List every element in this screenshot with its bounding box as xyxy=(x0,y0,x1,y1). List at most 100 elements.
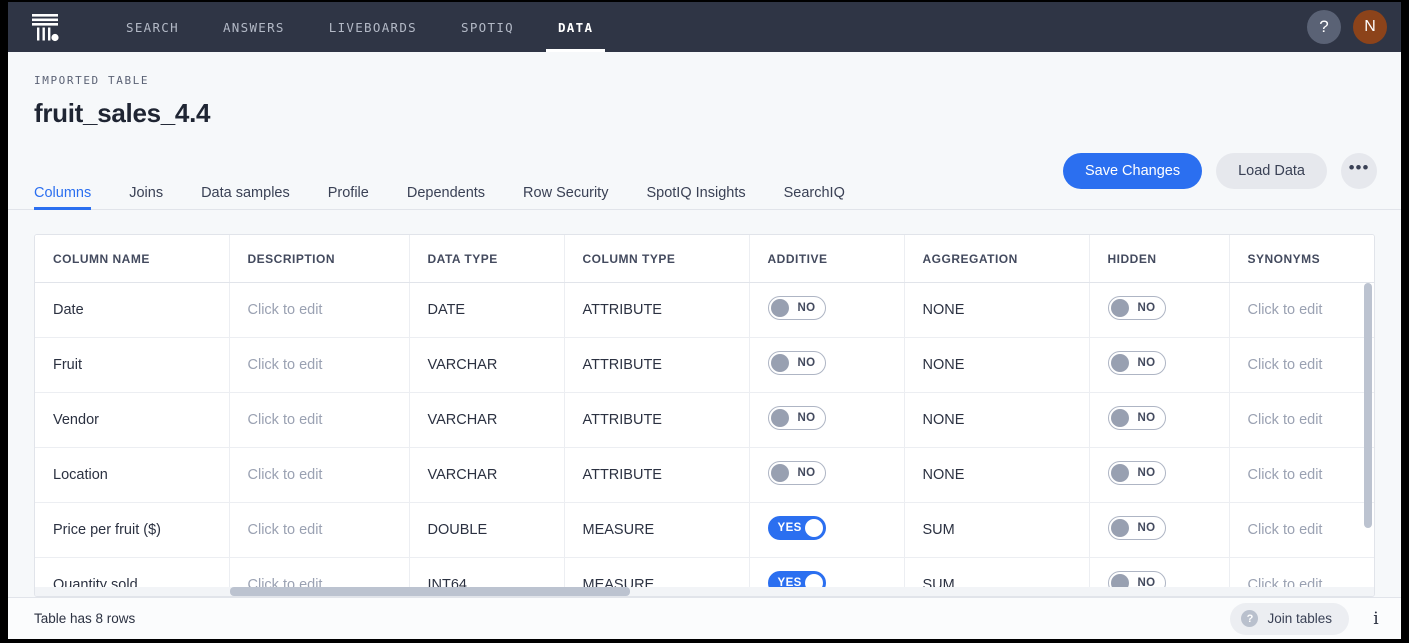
nav-label: SEARCH xyxy=(126,20,179,35)
nav-item-search[interactable]: SEARCH xyxy=(104,2,201,52)
page-title: fruit_sales_4.4 xyxy=(34,98,1375,129)
tab-data-samples[interactable]: Data samples xyxy=(201,186,290,210)
cell-column-type: ATTRIBUTE xyxy=(564,448,749,503)
help-icon[interactable]: ? xyxy=(1307,10,1341,44)
additive-toggle-label: NO xyxy=(797,467,815,479)
cell-synonyms[interactable]: Click to edit xyxy=(1229,448,1375,503)
tab-spotiq-insights[interactable]: SpotIQ Insights xyxy=(646,186,745,210)
additive-cell: NO xyxy=(749,393,904,448)
table-row: DateClick to editDATEATTRIBUTENONONENOCl… xyxy=(35,283,1375,338)
cell-aggregation: NONE xyxy=(904,283,1089,338)
additive-toggle[interactable]: YES xyxy=(768,516,826,540)
cell-column-type: MEASURE xyxy=(564,503,749,558)
thoughtspot-logo-icon[interactable] xyxy=(26,8,64,46)
cell-description[interactable]: Click to edit xyxy=(229,503,409,558)
cell-data-type: DATE xyxy=(409,283,564,338)
info-icon[interactable]: i xyxy=(1359,603,1393,635)
tab-dependents[interactable]: Dependents xyxy=(407,186,485,210)
hidden-toggle-label: NO xyxy=(1137,357,1155,369)
hidden-toggle[interactable]: NO xyxy=(1108,351,1166,375)
col-header-synonyms[interactable]: SYNONYMS xyxy=(1229,235,1375,283)
nav-item-answers[interactable]: ANSWERS xyxy=(201,2,307,52)
hidden-toggle[interactable]: NO xyxy=(1108,406,1166,430)
cell-synonyms[interactable]: Click to edit xyxy=(1229,503,1375,558)
additive-toggle[interactable]: NO xyxy=(768,461,826,485)
nav-item-spotiq[interactable]: SPOTIQ xyxy=(439,2,536,52)
additive-cell: NO xyxy=(749,283,904,338)
tab-label: Row Security xyxy=(523,185,608,201)
load-data-button[interactable]: Load Data xyxy=(1216,153,1327,189)
tab-searchiq[interactable]: SearchIQ xyxy=(784,186,845,210)
columns-table: COLUMN NAME DESCRIPTION DATA TYPE COLUMN… xyxy=(35,235,1375,597)
additive-toggle-knob xyxy=(771,299,789,317)
horizontal-scrollbar-thumb[interactable] xyxy=(230,587,630,596)
avatar[interactable]: N xyxy=(1353,10,1387,44)
col-header-description[interactable]: DESCRIPTION xyxy=(229,235,409,283)
hidden-toggle[interactable]: NO xyxy=(1108,516,1166,540)
additive-toggle[interactable]: NO xyxy=(768,296,826,320)
horizontal-scrollbar-track[interactable] xyxy=(35,587,1374,596)
tab-label: Joins xyxy=(129,185,163,201)
col-header-additive[interactable]: ADDITIVE xyxy=(749,235,904,283)
cell-synonyms[interactable]: Click to edit xyxy=(1229,338,1375,393)
additive-cell: NO xyxy=(749,338,904,393)
vertical-scrollbar[interactable] xyxy=(1364,283,1372,528)
tab-columns[interactable]: Columns xyxy=(34,186,91,210)
additive-toggle-knob xyxy=(771,354,789,372)
save-changes-button[interactable]: Save Changes xyxy=(1063,153,1202,189)
tab-label: Profile xyxy=(328,185,369,201)
hidden-cell: NO xyxy=(1089,448,1229,503)
col-header-column-type[interactable]: COLUMN TYPE xyxy=(564,235,749,283)
cell-aggregation: NONE xyxy=(904,448,1089,503)
cell-column-type: ATTRIBUTE xyxy=(564,283,749,338)
cell-description[interactable]: Click to edit xyxy=(229,393,409,448)
col-header-aggregation[interactable]: AGGREGATION xyxy=(904,235,1089,283)
tab-label: SearchIQ xyxy=(784,185,845,201)
col-header-hidden[interactable]: HIDDEN xyxy=(1089,235,1229,283)
additive-toggle-label: YES xyxy=(778,522,802,534)
cell-column-name: Price per fruit ($) xyxy=(35,503,229,558)
hidden-toggle-label: NO xyxy=(1137,522,1155,534)
more-options-icon[interactable]: ••• xyxy=(1341,153,1377,189)
help-glyph: ? xyxy=(1319,17,1328,37)
table-row: VendorClick to editVARCHARATTRIBUTENONON… xyxy=(35,393,1375,448)
hidden-toggle-label: NO xyxy=(1137,467,1155,479)
additive-toggle[interactable]: NO xyxy=(768,406,826,430)
page-header: IMPORTED TABLE fruit_sales_4.4 Save Chan… xyxy=(8,52,1401,144)
cell-column-name: Date xyxy=(35,283,229,338)
row-count-label: Table has 8 rows xyxy=(34,611,135,626)
cell-description[interactable]: Click to edit xyxy=(229,283,409,338)
cell-column-type: ATTRIBUTE xyxy=(564,393,749,448)
additive-toggle-label: NO xyxy=(797,302,815,314)
hidden-toggle-label: NO xyxy=(1137,302,1155,314)
col-header-column-name[interactable]: COLUMN NAME xyxy=(35,235,229,283)
hidden-toggle[interactable]: NO xyxy=(1108,461,1166,485)
nav-item-liveboards[interactable]: LIVEBOARDS xyxy=(307,2,439,52)
additive-toggle[interactable]: NO xyxy=(768,351,826,375)
nav-label: ANSWERS xyxy=(223,20,285,35)
nav-label: LIVEBOARDS xyxy=(329,20,417,35)
additive-toggle-label: NO xyxy=(797,412,815,424)
join-tables-button[interactable]: ? Join tables xyxy=(1230,603,1349,635)
cell-description[interactable]: Click to edit xyxy=(229,338,409,393)
cell-data-type: VARCHAR xyxy=(409,393,564,448)
cell-aggregation: NONE xyxy=(904,338,1089,393)
tab-label: Columns xyxy=(34,185,91,201)
nav-item-data[interactable]: DATA xyxy=(536,2,615,52)
cell-description[interactable]: Click to edit xyxy=(229,448,409,503)
question-mark-icon: ? xyxy=(1241,610,1258,627)
hidden-cell: NO xyxy=(1089,503,1229,558)
table-body: DateClick to editDATEATTRIBUTENONONENOCl… xyxy=(35,283,1375,598)
tab-profile[interactable]: Profile xyxy=(328,186,369,210)
col-header-data-type[interactable]: DATA TYPE xyxy=(409,235,564,283)
tab-label: Dependents xyxy=(407,185,485,201)
additive-cell: YES xyxy=(749,503,904,558)
cell-synonyms[interactable]: Click to edit xyxy=(1229,393,1375,448)
header-actions: Save Changes Load Data ••• xyxy=(1063,153,1377,189)
footer-bar: Table has 8 rows ? Join tables i xyxy=(8,597,1401,639)
hidden-toggle[interactable]: NO xyxy=(1108,296,1166,320)
tab-joins[interactable]: Joins xyxy=(129,186,163,210)
tab-row-security[interactable]: Row Security xyxy=(523,186,608,210)
cell-synonyms[interactable]: Click to edit xyxy=(1229,283,1375,338)
additive-toggle-knob xyxy=(805,519,823,537)
